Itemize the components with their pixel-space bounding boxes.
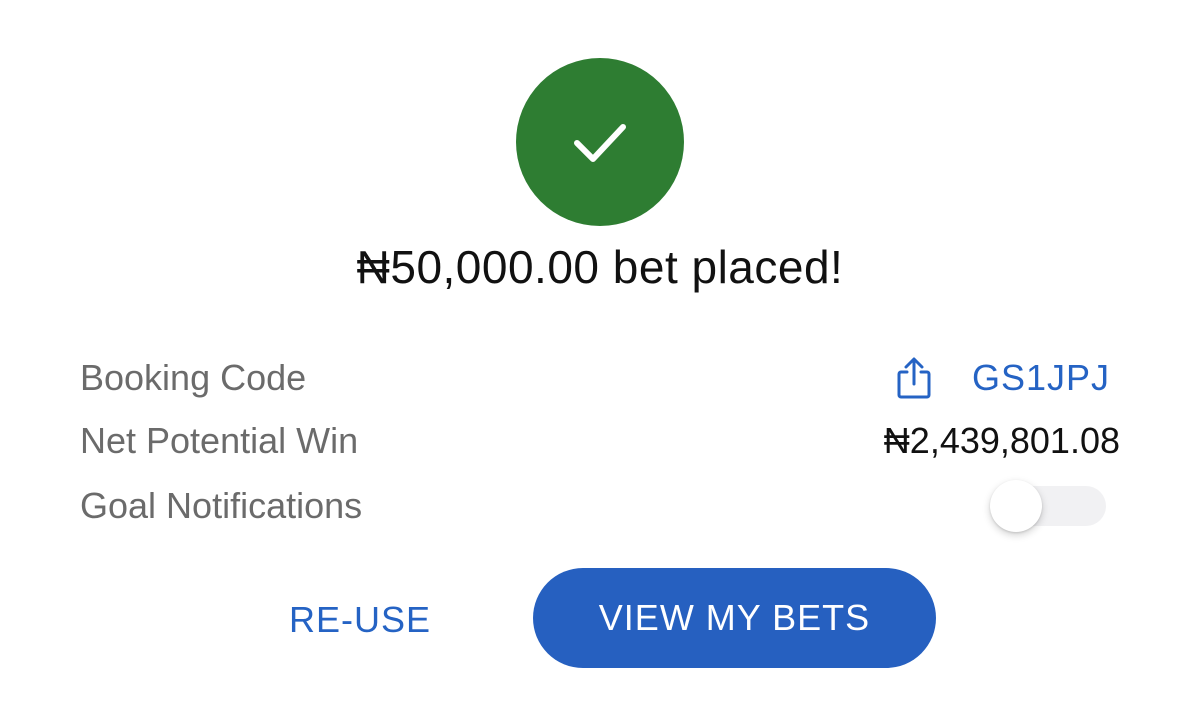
goal-notifications-toggle[interactable]	[990, 480, 1106, 532]
net-potential-win-label: Net Potential Win	[80, 420, 359, 461]
share-icon[interactable]	[894, 355, 934, 401]
checkmark-icon	[574, 124, 626, 162]
net-potential-win-value: ₦2,439,801.08	[883, 420, 1120, 461]
view-my-bets-button[interactable]: VIEW MY BETS	[533, 568, 936, 668]
goal-notifications-label: Goal Notifications	[80, 485, 363, 526]
booking-code-actions: GS1JPJ	[894, 355, 1110, 401]
success-badge	[516, 58, 684, 226]
booking-code-label: Booking Code	[80, 357, 307, 398]
toggle-knob	[990, 480, 1042, 532]
bet-placed-confirmation: ₦50,000.00 bet placed! Booking Code GS1J…	[0, 0, 1200, 727]
booking-code-row: Booking Code GS1JPJ	[80, 353, 1120, 403]
booking-code-value[interactable]: GS1JPJ	[972, 357, 1110, 399]
bet-placed-headline: ₦50,000.00 bet placed!	[356, 241, 844, 293]
reuse-button[interactable]: RE-USE	[268, 588, 452, 652]
net-potential-win-row: Net Potential Win ₦2,439,801.08	[80, 416, 1120, 466]
goal-notifications-row: Goal Notifications	[80, 480, 1120, 532]
